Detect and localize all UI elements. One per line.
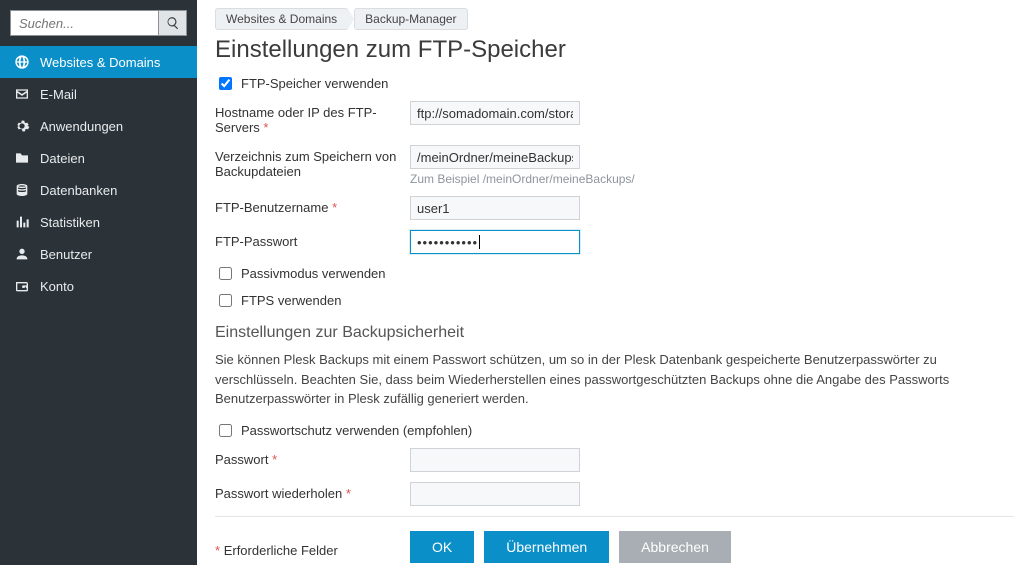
breadcrumb-item[interactable]: Backup-Manager xyxy=(354,8,467,30)
sidebar-item-label: E-Mail xyxy=(40,87,77,102)
dir-row: Verzeichnis zum Speichern von Backupdate… xyxy=(215,145,1014,186)
sidebar-item-label: Statistiken xyxy=(40,215,100,230)
sidebar-item-websites-domains[interactable]: Websites & Domains xyxy=(0,46,197,78)
gear-icon xyxy=(14,118,30,134)
security-desc: Sie können Plesk Backups mit einem Passw… xyxy=(215,350,995,409)
sec-pw-label: Passwort * xyxy=(215,448,410,467)
required-mark: * xyxy=(332,200,337,215)
sec-pw2-input[interactable] xyxy=(410,482,580,506)
use-ftp-label[interactable]: FTP-Speicher verwenden xyxy=(241,76,388,91)
sidebar-item-label: Anwendungen xyxy=(40,119,123,134)
db-icon xyxy=(14,182,30,198)
use-ftp-row: FTP-Speicher verwenden xyxy=(215,74,1014,93)
sidebar-item-label: Benutzer xyxy=(40,247,92,262)
sidebar-item-e-mail[interactable]: E-Mail xyxy=(0,78,197,110)
sidebar-item-anwendungen[interactable]: Anwendungen xyxy=(0,110,197,142)
sidebar-item-label: Datenbanken xyxy=(40,183,117,198)
sidebar-item-benutzer[interactable]: Benutzer xyxy=(0,238,197,270)
page-title: Einstellungen zum FTP-Speicher xyxy=(215,36,1014,64)
required-mark: * xyxy=(346,486,351,501)
passive-row: Passivmodus verwenden xyxy=(215,264,1014,283)
sidebar-item-dateien[interactable]: Dateien xyxy=(0,142,197,174)
cancel-button[interactable]: Abbrechen xyxy=(619,531,731,563)
dir-input[interactable] xyxy=(410,145,580,169)
passive-label[interactable]: Passivmodus verwenden xyxy=(241,266,386,281)
globe-icon xyxy=(14,54,30,70)
sec-pw2-row: Passwort wiederholen * xyxy=(215,482,1014,506)
user-row: FTP-Benutzername * xyxy=(215,196,1014,220)
use-pw-checkbox[interactable] xyxy=(219,424,232,437)
nav-list: Websites & Domains E-Mail Anwendungen Datei… xyxy=(0,46,197,302)
pw-mask: ••••••••••• xyxy=(417,235,478,250)
dir-helper-text: Zum Beispiel /meinOrdner/meineBackups/ xyxy=(410,172,1014,186)
sidebar-item-label: Konto xyxy=(40,279,74,294)
search-input[interactable] xyxy=(10,10,159,36)
passive-checkbox[interactable] xyxy=(219,267,232,280)
ftps-label[interactable]: FTPS verwenden xyxy=(241,293,341,308)
button-group: OK Übernehmen Abbrechen xyxy=(410,531,731,563)
sec-pw2-label: Passwort wiederholen * xyxy=(215,482,410,501)
sec-pw-row: Passwort * xyxy=(215,448,1014,472)
host-row: Hostname oder IP des FTP-Servers * xyxy=(215,101,1014,135)
breadcrumb-item[interactable]: Websites & Domains xyxy=(215,8,348,30)
search-icon xyxy=(166,16,180,30)
use-ftp-checkbox[interactable] xyxy=(219,77,232,90)
user-icon xyxy=(14,246,30,262)
wallet-icon xyxy=(14,278,30,294)
sidebar-item-label: Dateien xyxy=(40,151,85,166)
user-input[interactable] xyxy=(410,196,580,220)
host-label: Hostname oder IP des FTP-Servers * xyxy=(215,101,410,135)
use-pw-row: Passwortschutz verwenden (empfohlen) xyxy=(215,421,1014,440)
mail-icon xyxy=(14,86,30,102)
security-heading: Einstellungen zur Backupsicherheit xyxy=(215,324,1014,342)
ftps-row: FTPS verwenden xyxy=(215,291,1014,310)
stats-icon xyxy=(14,214,30,230)
breadcrumb: Websites & Domains Backup-Manager xyxy=(215,8,1014,30)
main-content: Websites & Domains Backup-Manager Einstel… xyxy=(197,0,1032,565)
sidebar-item-konto[interactable]: Konto xyxy=(0,270,197,302)
pw-input[interactable]: ••••••••••• xyxy=(410,230,580,254)
search-button[interactable] xyxy=(159,10,187,36)
action-row: * Erforderliche Felder OK Übernehmen Abb… xyxy=(215,531,1014,563)
text-cursor xyxy=(479,235,480,249)
pw-label: FTP-Passwort xyxy=(215,230,410,249)
sidebar-item-statistiken[interactable]: Statistiken xyxy=(0,206,197,238)
use-pw-label[interactable]: Passwortschutz verwenden (empfohlen) xyxy=(241,423,472,438)
sidebar: Websites & Domains E-Mail Anwendungen Datei… xyxy=(0,0,197,565)
ok-button[interactable]: OK xyxy=(410,531,474,563)
sec-pw-input[interactable] xyxy=(410,448,580,472)
host-input[interactable] xyxy=(410,101,580,125)
folder-icon xyxy=(14,150,30,166)
divider xyxy=(215,516,1014,517)
search-box xyxy=(10,10,187,36)
apply-button[interactable]: Übernehmen xyxy=(484,531,609,563)
pw-row: FTP-Passwort ••••••••••• xyxy=(215,230,1014,254)
dir-label: Verzeichnis zum Speichern von Backupdate… xyxy=(215,145,410,179)
required-mark: * xyxy=(263,120,268,135)
sidebar-item-datenbanken[interactable]: Datenbanken xyxy=(0,174,197,206)
sidebar-item-label: Websites & Domains xyxy=(40,55,160,70)
required-mark: * xyxy=(272,452,277,467)
search-wrap xyxy=(0,0,197,46)
required-note: * Erforderliche Felder xyxy=(215,535,410,558)
ftps-checkbox[interactable] xyxy=(219,294,232,307)
user-label: FTP-Benutzername * xyxy=(215,196,410,215)
